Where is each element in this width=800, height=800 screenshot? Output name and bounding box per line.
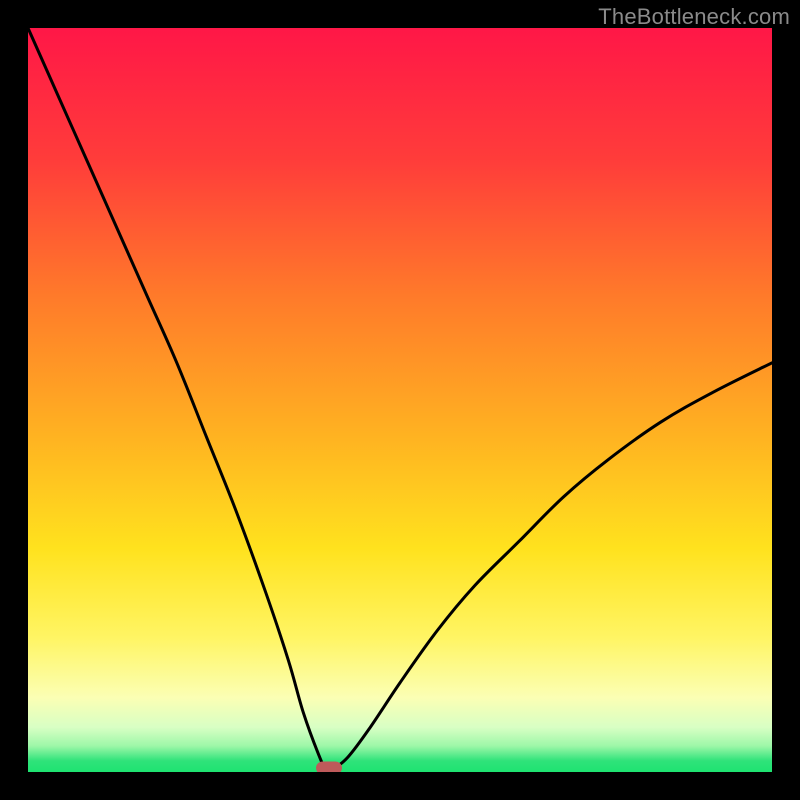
background-gradient <box>28 28 772 772</box>
plot-area <box>28 28 772 772</box>
chart-frame: TheBottleneck.com <box>0 0 800 800</box>
watermark-text: TheBottleneck.com <box>598 4 790 30</box>
optimal-point-marker <box>316 761 342 772</box>
